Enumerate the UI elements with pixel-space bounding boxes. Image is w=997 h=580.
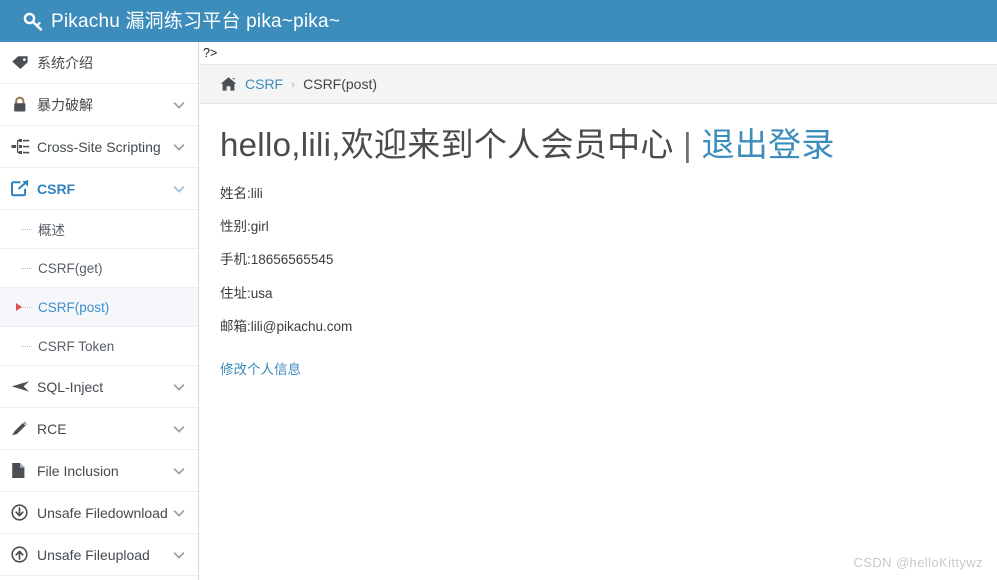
submenu-item-label: CSRF Token [38, 338, 115, 354]
submenu-item-label: CSRF(get) [38, 260, 103, 276]
submenu-item-csrf-get[interactable]: CSRF(get) [0, 249, 198, 288]
submenu-item-label: 概述 [38, 223, 65, 238]
sidebar-item-label: 暴力破解 [37, 96, 93, 113]
sidebar-item-label: SQL-Inject [37, 378, 104, 395]
submenu-item-csrf-token[interactable]: CSRF Token [0, 327, 198, 366]
sidebar-item-csrf[interactable]: CSRF [0, 168, 198, 210]
submenu-item-csrf-post[interactable]: CSRF(post) [0, 288, 198, 327]
greeting-text: hello,lili,欢迎来到个人会员中心 [220, 126, 674, 163]
pencil-icon [11, 420, 31, 438]
tag-icon [11, 54, 31, 72]
app-header: Pikachu 漏洞练习平台 pika~pika~ [0, 0, 997, 42]
watermark: CSDN @helloKittywz [853, 555, 983, 570]
info-address: 住址:usa [220, 285, 273, 301]
app-title: Pikachu 漏洞练习平台 pika~pika~ [51, 10, 341, 32]
php-leak-text: ?> [203, 46, 218, 60]
sitemap-icon [11, 138, 31, 156]
sidebar-item-label: CSRF [37, 180, 76, 197]
sidebar-item-unsafe-fileupload[interactable]: Unsafe Fileupload [0, 534, 198, 576]
title-divider: | [683, 126, 693, 163]
chevron-down-icon [172, 464, 186, 478]
sidebar-item-label: Unsafe Filedownload [37, 504, 168, 521]
info-name: 姓名:lili [220, 185, 263, 201]
arrow-circle-down-icon [11, 504, 31, 522]
arrow-circle-up-icon [11, 546, 31, 564]
sidebar-item-intro[interactable]: 系统介绍 [0, 42, 198, 84]
breadcrumb-separator: › [291, 77, 296, 91]
sidebar: 系统介绍 暴力破解 Cross-Site Scripting CSRF 概述 C… [0, 42, 199, 580]
share-square-icon [11, 180, 31, 198]
sidebar-item-xss[interactable]: Cross-Site Scripting [0, 126, 198, 168]
csrf-submenu: 概述 CSRF(get) CSRF(post) CSRF Token [0, 210, 198, 366]
chevron-down-icon [172, 182, 186, 196]
sidebar-item-rce[interactable]: RCE [0, 408, 198, 450]
active-bullet-icon [16, 303, 22, 311]
sidebar-item-label: File Inclusion [37, 462, 119, 479]
info-gender: 性别:girl [220, 219, 269, 235]
page-title: hello,lili,欢迎来到个人会员中心 | 退出登录 [220, 126, 960, 164]
home-icon [220, 76, 237, 92]
breadcrumb-link-csrf[interactable]: CSRF [245, 76, 283, 92]
file-icon [11, 462, 31, 480]
sidebar-item-label: Cross-Site Scripting [37, 138, 161, 155]
paper-plane-icon [11, 378, 31, 396]
sidebar-item-unsafe-filedownload[interactable]: Unsafe Filedownload [0, 492, 198, 534]
chevron-down-icon [172, 98, 186, 112]
sidebar-item-label: Unsafe Fileupload [37, 546, 150, 563]
submenu-item-label: CSRF(post) [38, 299, 110, 315]
chevron-down-icon [172, 380, 186, 394]
active-pointer-icon [198, 294, 199, 320]
edit-profile-link[interactable]: 修改个人信息 [220, 358, 301, 378]
sidebar-item-brute-force[interactable]: 暴力破解 [0, 84, 198, 126]
sidebar-item-file-inclusion[interactable]: File Inclusion [0, 450, 198, 492]
chevron-down-icon [172, 140, 186, 154]
content-area: ?> CSRF › CSRF(post) hello,lili,欢迎来到个人会员… [200, 42, 997, 580]
breadcrumb-current: CSRF(post) [303, 76, 378, 92]
chevron-down-icon [172, 506, 186, 520]
lock-icon [11, 96, 31, 114]
breadcrumb: CSRF › CSRF(post) [200, 64, 997, 104]
info-email: 邮箱:lili@pikachu.com [220, 318, 353, 334]
member-center-panel: hello,lili,欢迎来到个人会员中心 | 退出登录 姓名:lili 性别:… [220, 126, 960, 379]
chevron-down-icon [172, 422, 186, 436]
sidebar-item-label: 系统介绍 [37, 54, 93, 71]
submenu-item-overview[interactable]: 概述 [0, 210, 198, 249]
chevron-down-icon [172, 548, 186, 562]
logout-link[interactable]: 退出登录 [702, 126, 835, 163]
info-phone: 手机:18656565545 [220, 252, 334, 268]
sidebar-item-sql-inject[interactable]: SQL-Inject [0, 366, 198, 408]
sidebar-item-label: RCE [37, 420, 67, 437]
key-icon [22, 10, 44, 32]
